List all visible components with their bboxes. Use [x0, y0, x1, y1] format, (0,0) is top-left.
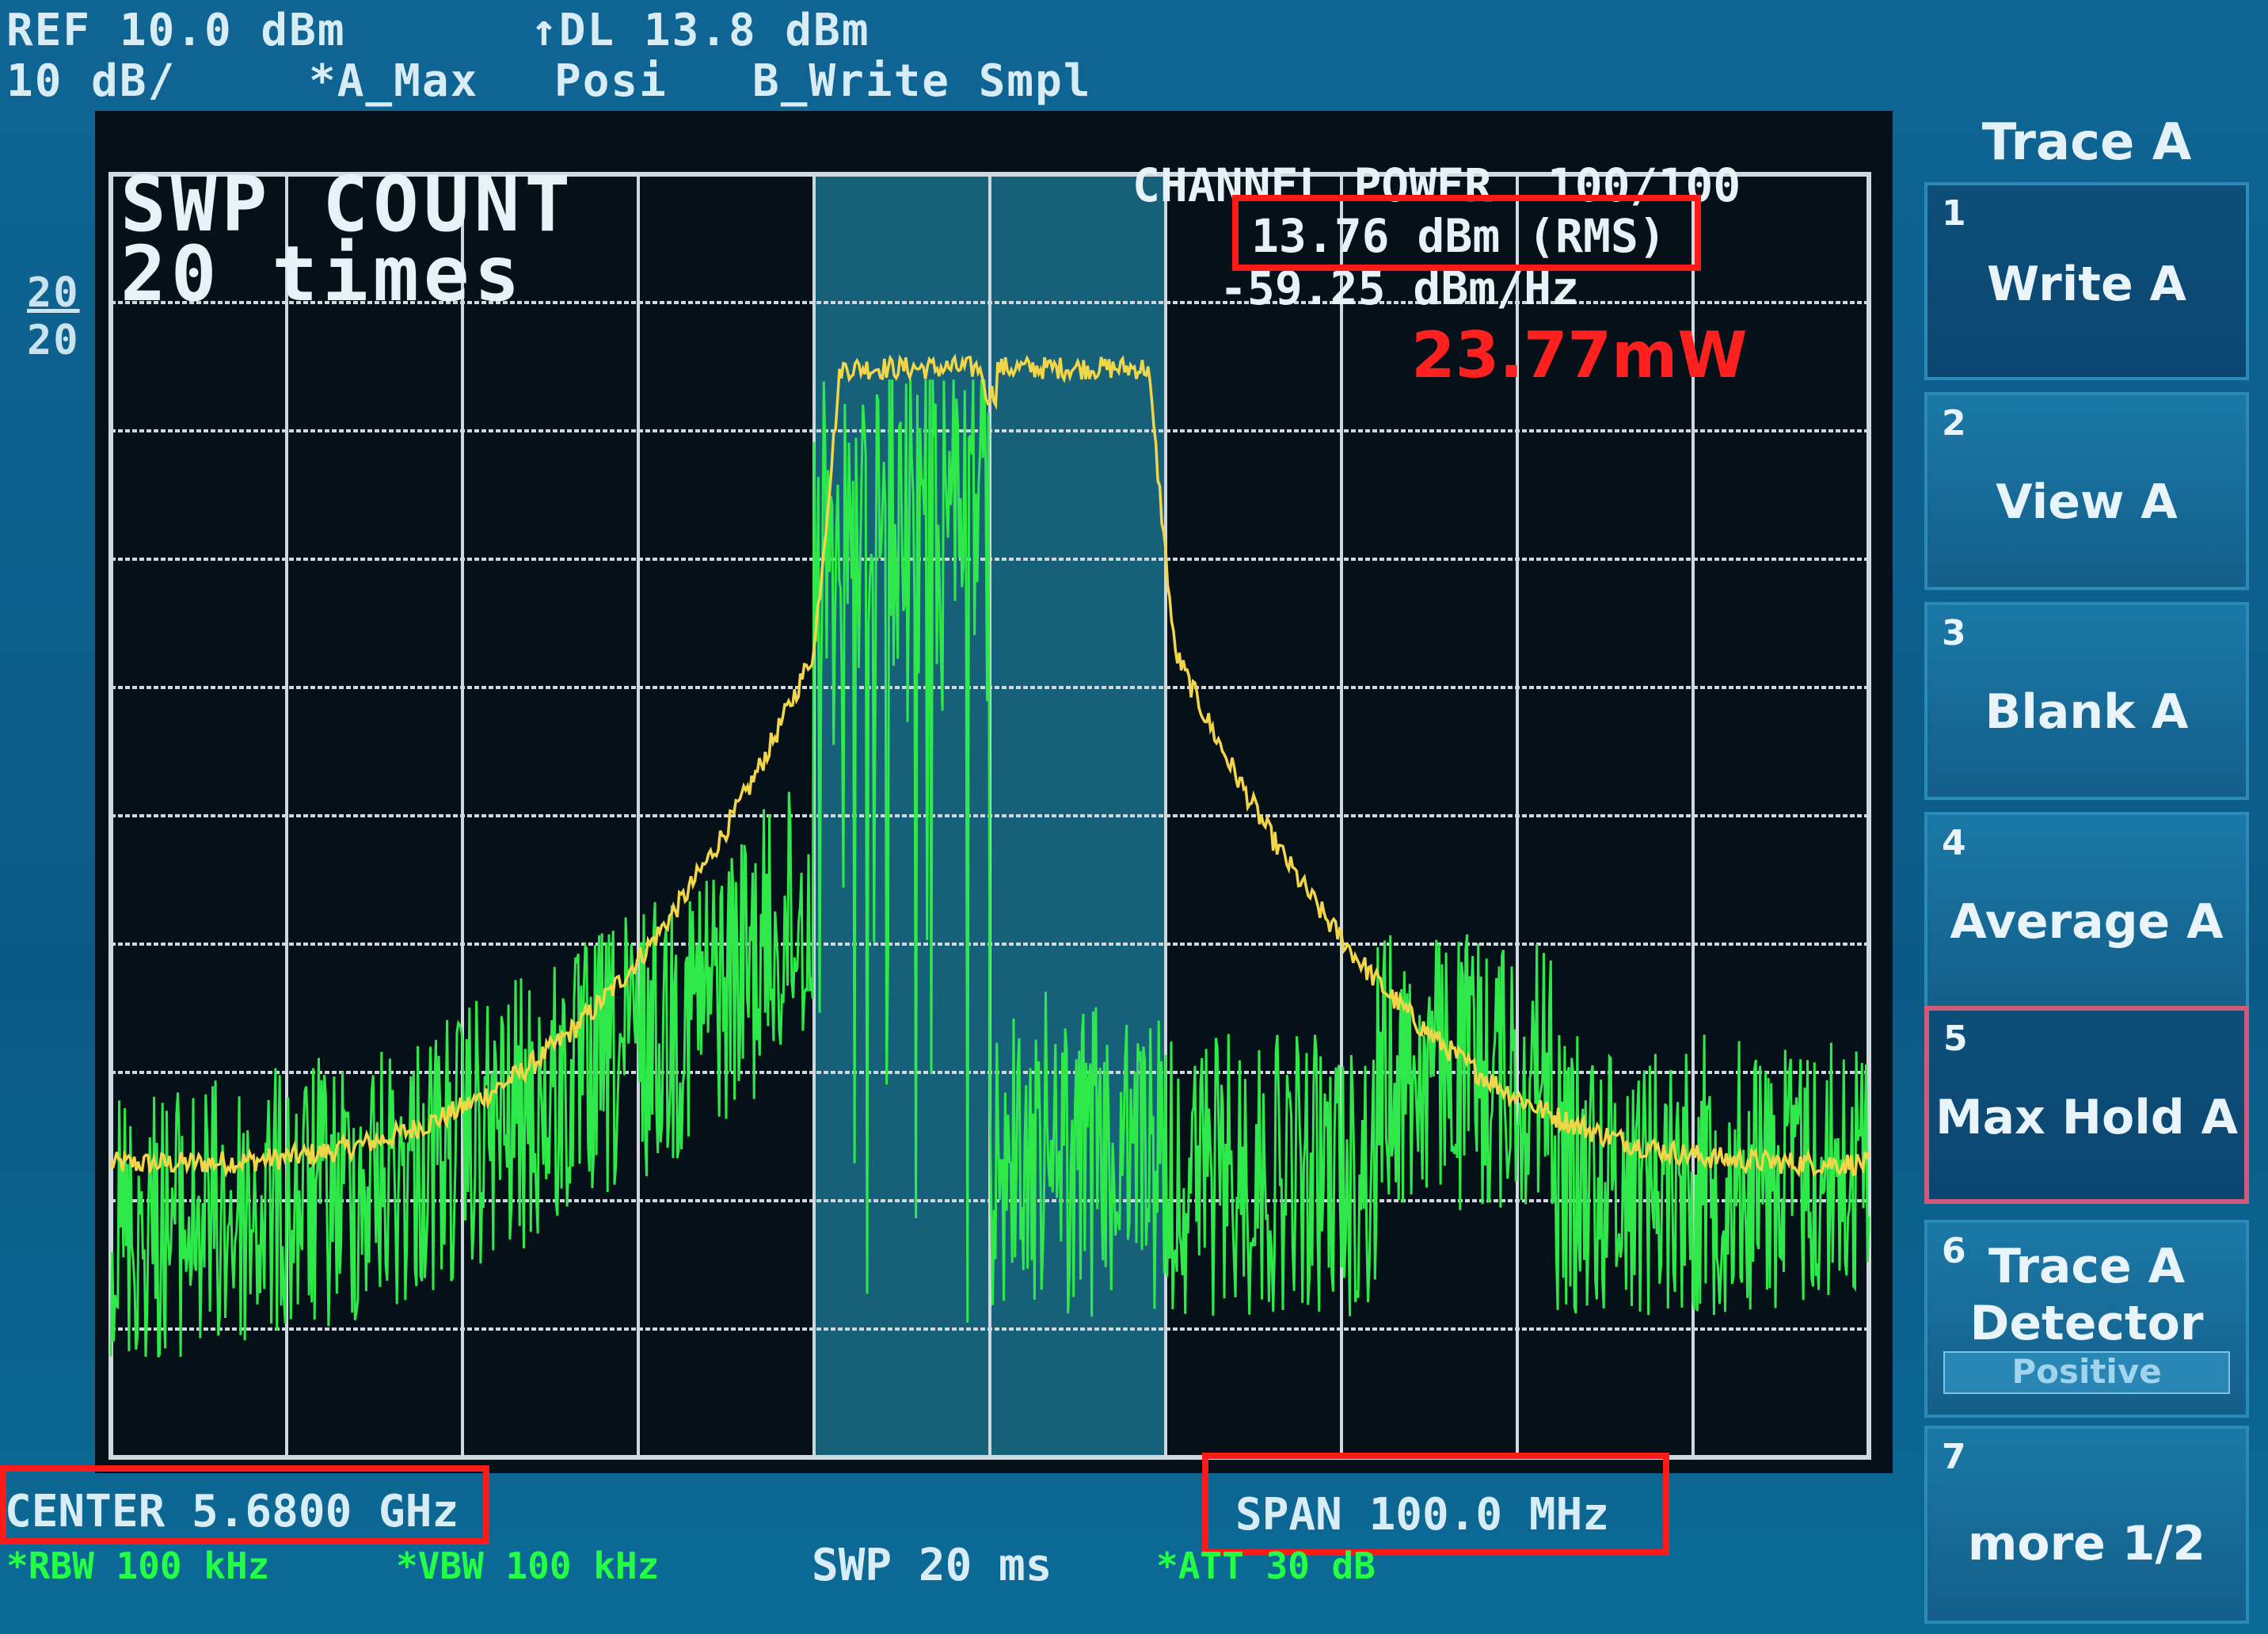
display-line-readout: ↑DL 13.8 dBm: [531, 5, 870, 56]
graticule: SWP COUNT 20 times CHANNEL POWER 100/100…: [95, 111, 1893, 1473]
softkey-number: 1: [1942, 193, 1966, 234]
softkey-label-line2: Detector: [1969, 1296, 2204, 1351]
softkey-view-a[interactable]: 2 View A: [1924, 392, 2249, 590]
sweep-count-value: 20 times: [120, 230, 525, 318]
analyzer-screen: REF 10.0 dBm 10 dB/ ↑DL 13.8 dBm *A_Max …: [0, 0, 2268, 1634]
sweep-time: SWP 20 ms: [812, 1540, 1052, 1591]
vbw-readout: *VBW 100 kHz: [396, 1544, 660, 1587]
softkey-average-a[interactable]: 4 Average A: [1924, 812, 2249, 1010]
detector-value: Positive: [1943, 1351, 2230, 1394]
attenuation-readout: *ATT 30 dB: [1156, 1544, 1376, 1587]
softkey-label-line1: Trace A: [1988, 1239, 2185, 1294]
rbw-readout: *RBW 100 kHz: [6, 1544, 270, 1587]
softkey-label: Blank A: [1984, 684, 2189, 740]
trace-b-mode: B_Write Smpl: [752, 55, 1092, 107]
softkey-panel: Trace A 1 Write A 2 View A 3 Blank A 4 A…: [1916, 103, 2257, 1632]
softkey-label: Write A: [1987, 257, 2186, 312]
trace-a-mode: *A_Max: [309, 55, 479, 107]
softkey-blank-a[interactable]: 3 Blank A: [1924, 602, 2249, 800]
softkey-label: View A: [1996, 474, 2178, 530]
softkey-number: 4: [1942, 823, 1966, 863]
scale-per-div: 10 dB/: [6, 55, 177, 107]
scale-marker-bottom: 20: [27, 317, 80, 364]
softkey-max-hold-a[interactable]: 5 Max Hold A: [1924, 1006, 2249, 1204]
scale-marker-top: 20: [27, 269, 80, 317]
softkey-more[interactable]: 7 more 1/2: [1924, 1426, 2249, 1624]
rms-highlight-box: [1232, 195, 1701, 271]
detector-mode: Posi: [554, 55, 668, 107]
softkey-label: Max Hold A: [1935, 1090, 2239, 1145]
milliwatt-annotation: 23.77mW: [1411, 318, 1748, 392]
softkey-number: 3: [1942, 613, 1966, 653]
softkey-number: 5: [1943, 1019, 1968, 1059]
softkey-write-a[interactable]: 1 Write A: [1924, 182, 2249, 380]
softkey-label: Average A: [1950, 894, 2224, 950]
softkey-trace-a-detector[interactable]: 6 Trace A Detector Positive: [1924, 1220, 2249, 1418]
ref-level: REF 10.0 dBm: [6, 5, 346, 56]
softkey-number: 2: [1942, 403, 1966, 444]
softkey-label: more 1/2: [1967, 1516, 2206, 1571]
center-highlight-box: [0, 1465, 489, 1544]
softkey-menu-title: Trace A: [1981, 113, 2192, 172]
span-highlight-box: [1202, 1453, 1669, 1556]
softkey-number: 7: [1942, 1437, 1966, 1477]
